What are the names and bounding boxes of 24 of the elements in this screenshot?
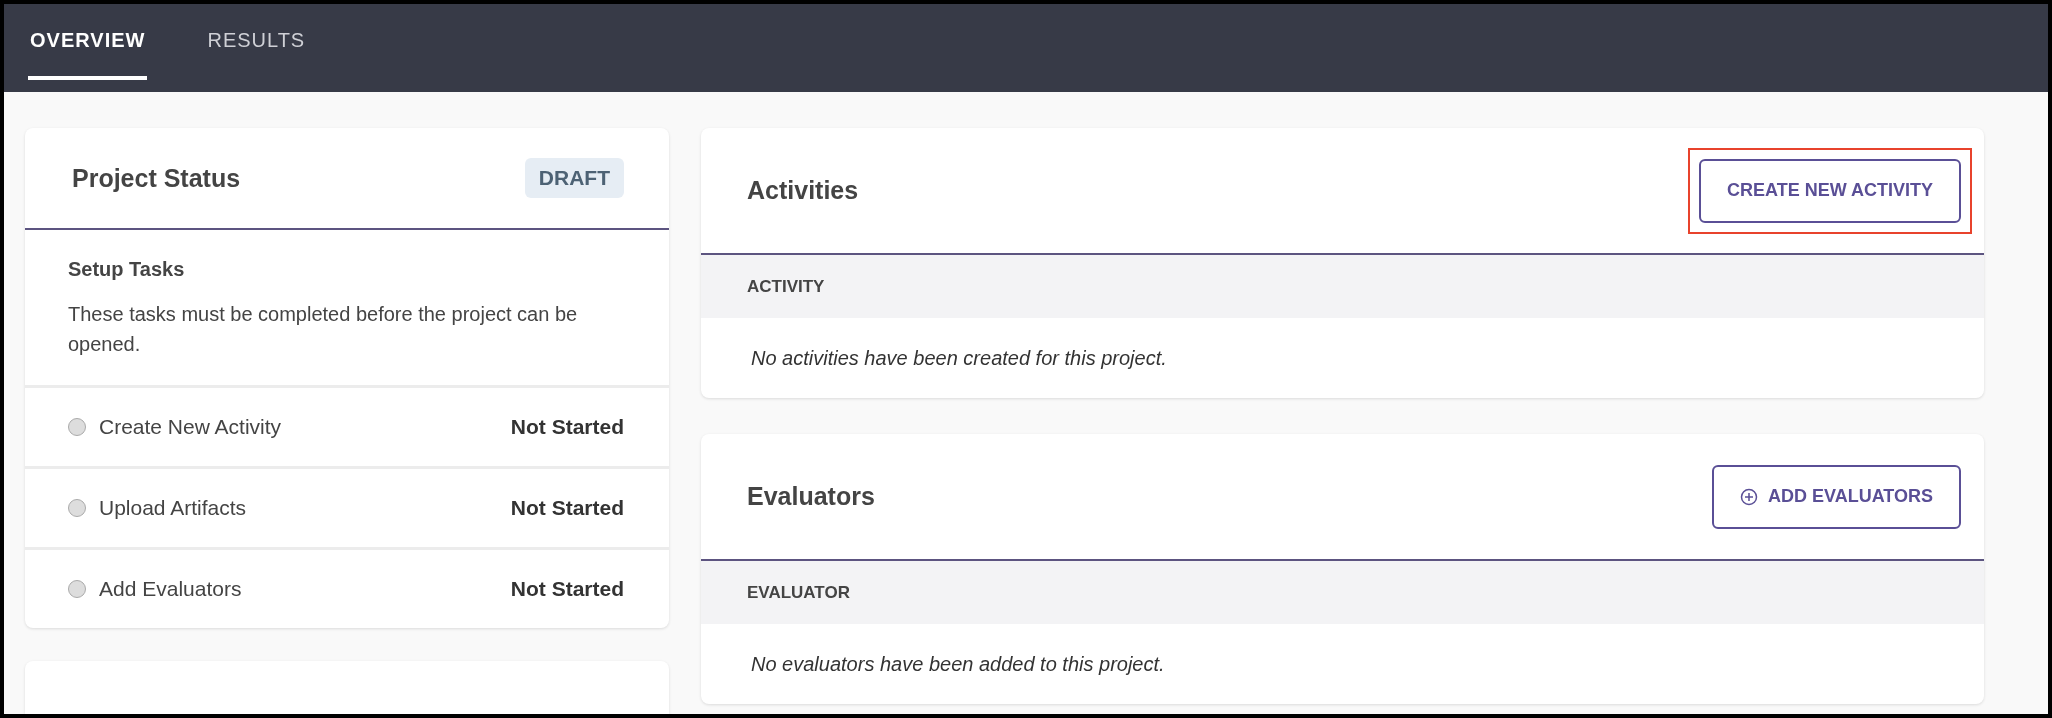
task-name: Create New Activity	[99, 415, 283, 439]
card-title: Project Status	[72, 163, 241, 193]
card-title: Evaluators	[747, 482, 875, 511]
action-button[interactable]: ADD EVALUATORS	[1712, 464, 1961, 529]
task-status: Not Started	[510, 577, 624, 601]
column-header: EVALUATOR	[701, 561, 1984, 624]
action-button[interactable]: CREATE NEW ACTIVITY	[1699, 158, 1961, 223]
task-status: Not Started	[510, 496, 624, 520]
status-dot-icon	[68, 499, 86, 517]
empty-message: No evaluators have been added to this project.	[750, 651, 1166, 677]
plus-circle-icon	[1740, 487, 1758, 506]
task-name: Add Evaluators	[99, 577, 243, 601]
status-dot-icon	[68, 580, 86, 598]
task-name: Upload Artifacts	[99, 496, 248, 520]
status-badge: DRAFT	[524, 158, 624, 198]
nav-tab[interactable]: RESULTS	[205, 4, 308, 80]
empty-message: No activities have been created for this project.	[750, 345, 1168, 371]
section-heading: Setup Tasks	[68, 258, 186, 281]
nav-tab[interactable]: OVERVIEW	[28, 4, 148, 80]
task-status: Not Started	[510, 415, 624, 439]
card-title: Activities	[747, 176, 859, 205]
status-dot-icon	[68, 418, 86, 436]
column-header: ACTIVITY	[701, 255, 1984, 318]
description-text: These tasks must be completed before the project can be opened.	[68, 302, 579, 357]
